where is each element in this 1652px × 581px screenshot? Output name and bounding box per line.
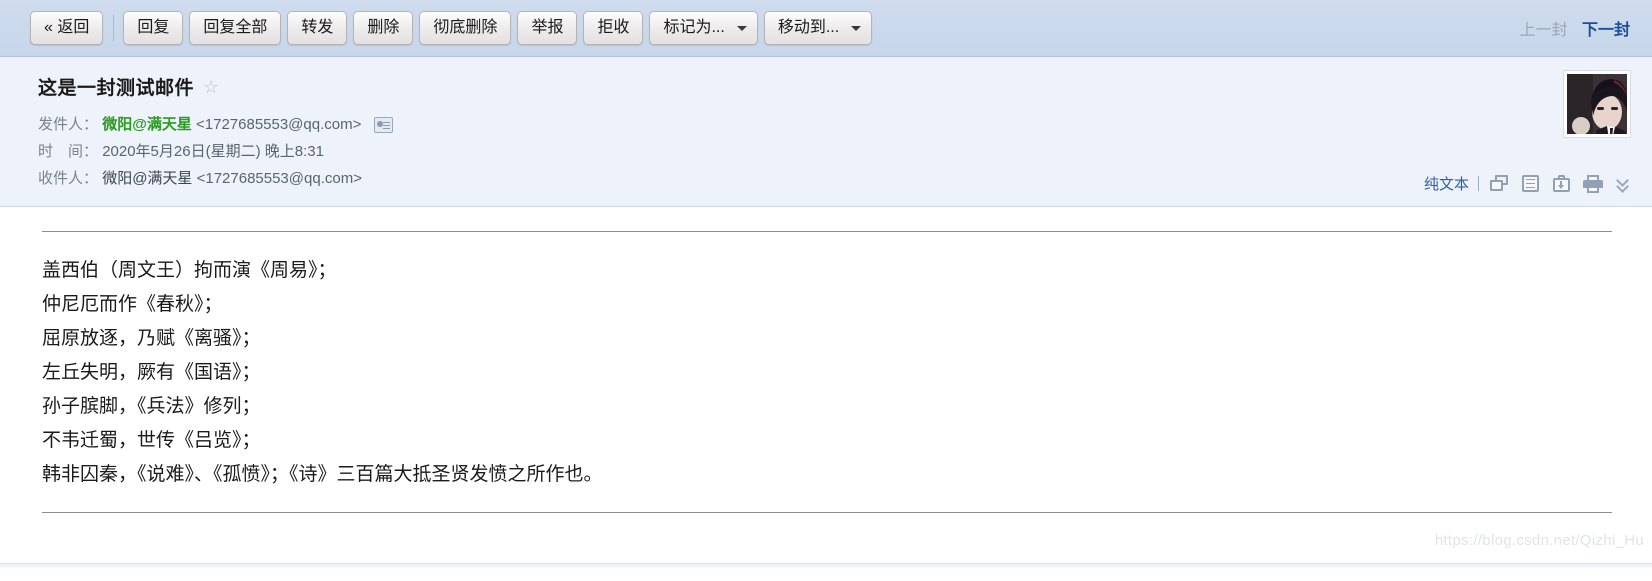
mail-reader-screen: « 返回 回复 回复全部 转发 删除 彻底删除 举报 拒收 标记为... 移动到... 上一封 下…	[0, 0, 1652, 581]
toolbar-divider	[113, 15, 115, 41]
body-line: 盖西伯（周文王）拘而演《周易》；	[42, 260, 337, 281]
reject-button[interactable]: 拒收	[583, 11, 644, 45]
watermark: https://blog.csdn.net/Qizhi_Hu	[1434, 532, 1644, 549]
star-icon[interactable]: ☆	[203, 78, 219, 96]
recipient-row: 收件人： 微阳@满天星 <1727685553@qq.com>	[38, 165, 1622, 192]
time-row: 时 间： 2020年5月26日(星期二) 晚上8:31	[38, 138, 1622, 165]
sender-row: 发件人： 微阳@满天星 <1727685553@qq.com>	[38, 111, 1622, 138]
subject-row: 这是一封测试邮件 ☆	[38, 73, 1622, 100]
back-button[interactable]: « 返回	[30, 11, 104, 45]
body-top-divider	[42, 231, 1612, 232]
body-bottom-divider	[42, 512, 1612, 513]
contact-card-icon[interactable]	[373, 117, 393, 133]
sender-name[interactable]: 微阳@满天星	[102, 116, 192, 133]
delete-button[interactable]: 删除	[353, 11, 414, 45]
header-tools: 纯文本	[1424, 173, 1632, 194]
mail-navigation: 上一封 下一封	[1520, 16, 1630, 40]
sender-address: <1727685553@qq.com>	[196, 116, 362, 133]
from-label: 发件人：	[38, 116, 99, 133]
mail-body-text: 盖西伯（周文王）拘而演《周易》； 仲尼厄而作《春秋》； 屈原放逐，乃赋《离骚》； 左丘…	[42, 254, 1612, 492]
move-to-dropdown[interactable]: 移动到...	[763, 11, 873, 45]
button-label: 回复	[137, 19, 170, 36]
button-label: 举报	[531, 19, 564, 36]
button-label: 拒收	[597, 19, 630, 36]
note-icon[interactable]	[1521, 174, 1541, 193]
expand-chevrons-icon[interactable]	[1616, 173, 1632, 193]
body-line: 屈原放逐，乃赋《离骚》；	[42, 328, 261, 349]
body-line: 韩非囚秦，《说难》、《孤愤》；《诗》三百篇大抵圣贤发愤之所作也。	[42, 464, 603, 485]
body-line: 左丘失明，厥有《国语》；	[42, 362, 261, 383]
avatar	[1564, 71, 1630, 137]
save-icon[interactable]	[1552, 174, 1572, 193]
plain-text-link[interactable]: 纯文本	[1424, 173, 1469, 194]
bottom-edge	[0, 563, 1652, 567]
mail-header: 这是一封测试邮件 ☆ 发件人： 微阳@满天星 <1727685553@qq.co…	[0, 57, 1652, 207]
button-label: 移动到...	[777, 19, 840, 36]
mark-as-dropdown[interactable]: 标记为...	[649, 11, 758, 45]
tools-divider	[1478, 176, 1479, 191]
recipient-name[interactable]: 微阳@满天星	[102, 170, 192, 187]
reply-all-button[interactable]: 回复全部	[189, 11, 282, 45]
new-window-icon[interactable]	[1490, 174, 1510, 193]
body-line: 孙子膑脚，《兵法》修列；	[42, 396, 261, 417]
previous-mail-link[interactable]: 上一封	[1520, 22, 1568, 39]
print-icon[interactable]	[1583, 174, 1603, 193]
body-line: 不韦迁蜀，世传《吕览》；	[42, 430, 261, 451]
page-title: 这是一封测试邮件	[38, 78, 195, 99]
button-label: 转发	[301, 19, 334, 36]
reply-button[interactable]: 回复	[123, 11, 184, 45]
recipient-address: <1727685553@qq.com>	[196, 170, 362, 187]
mail-body: 盖西伯（周文王）拘而演《周易》； 仲尼厄而作《春秋》； 屈原放逐，乃赋《离骚》； 左丘…	[0, 207, 1652, 567]
to-label: 收件人：	[38, 170, 99, 187]
button-label: « 返回	[44, 19, 90, 36]
time-value: 2020年5月26日(星期二) 晚上8:31	[102, 143, 324, 160]
permanent-delete-button[interactable]: 彻底删除	[419, 11, 512, 45]
mail-toolbar: « 返回 回复 回复全部 转发 删除 彻底删除 举报 拒收 标记为... 移动到... 上一封 下…	[0, 0, 1652, 57]
next-mail-link[interactable]: 下一封	[1582, 22, 1630, 39]
chevron-down-icon	[736, 26, 747, 31]
button-label: 标记为...	[663, 19, 725, 36]
button-label: 彻底删除	[433, 19, 498, 36]
button-label: 删除	[367, 19, 400, 36]
chevron-down-icon	[851, 26, 862, 31]
button-label: 回复全部	[203, 19, 268, 36]
body-line: 仲尼厄而作《春秋》；	[42, 294, 223, 315]
time-label: 时 间：	[38, 143, 99, 160]
report-button[interactable]: 举报	[517, 11, 578, 45]
forward-button[interactable]: 转发	[287, 11, 348, 45]
